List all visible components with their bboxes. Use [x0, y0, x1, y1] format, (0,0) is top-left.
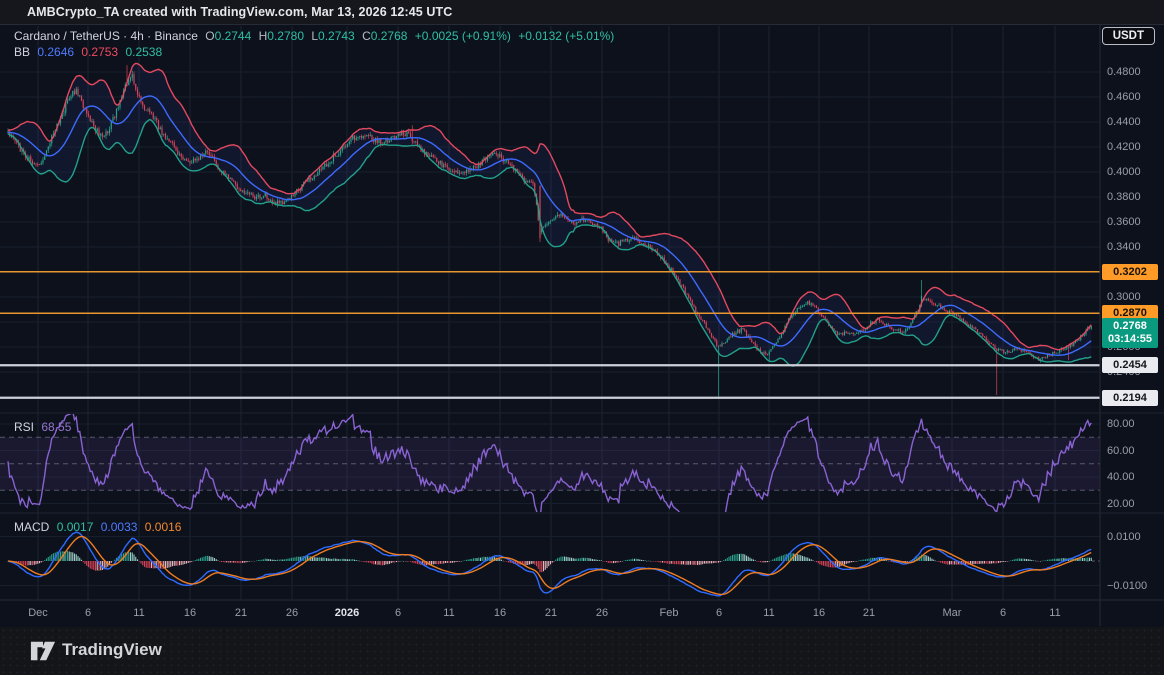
change-absolute: +0.0025 (+0.91%) — [415, 29, 511, 43]
macd-axis-label: 0.0100 — [1107, 531, 1141, 543]
macd-hist-value: 0.0017 — [57, 520, 94, 534]
time-axis-label: 16 — [494, 607, 506, 619]
change-period: +0.0132 (+5.01%) — [518, 29, 614, 43]
rsi-label[interactable]: RSI — [14, 420, 34, 434]
tradingview-brand-text[interactable]: TradingView — [62, 640, 162, 660]
bb-lower-value: 0.2538 — [125, 45, 162, 59]
rsi-axis-label: 80.00 — [1107, 418, 1135, 430]
tradingview-chart-app: AMBCrypto_TA created with TradingView.co… — [0, 0, 1164, 675]
time-axis-label: Feb — [660, 607, 679, 619]
rsi-value: 68.55 — [41, 420, 71, 434]
price-axis-label: 0.4400 — [1107, 116, 1141, 128]
time-axis[interactable]: Dec 6 11 16 21 26 2026 6 11 16 21 26 Feb 6 11 16 21 Mar 6 1… — [0, 600, 1100, 626]
support-badge-2: 0.2194 — [1102, 390, 1158, 406]
support-badge-1: 0.2454 — [1102, 357, 1158, 373]
time-axis-label: 2026 — [335, 607, 359, 619]
time-axis-label: 26 — [596, 607, 608, 619]
time-axis-label: 11 — [133, 607, 144, 619]
time-axis-label: 6 — [1000, 607, 1006, 619]
time-axis-label: 11 — [763, 607, 774, 619]
price-axis-label: 0.4000 — [1107, 166, 1141, 178]
ohlc-open-label: O — [205, 29, 214, 43]
symbol-name[interactable]: Cardano / TetherUS · 4h · Binance — [14, 29, 198, 43]
macd-signal-value: 0.0016 — [145, 520, 182, 534]
price-axis-label: 0.4800 — [1107, 66, 1141, 78]
footer-bar: TradingView — [0, 627, 1164, 675]
bb-upper-value: 0.2753 — [81, 45, 118, 59]
currency-unit-button[interactable]: USDT — [1102, 27, 1155, 45]
last-price-badge: 0.2768 03:14:55 — [1102, 318, 1158, 348]
time-axis-label: 11 — [1049, 607, 1060, 619]
rsi-axis-label: 20.00 — [1107, 498, 1135, 510]
time-axis-label: 16 — [184, 607, 196, 619]
header-bar: AMBCrypto_TA created with TradingView.co… — [0, 0, 1164, 25]
time-axis-label: 6 — [85, 607, 91, 619]
chart-canvas[interactable] — [0, 0, 1164, 675]
time-axis-label: 6 — [716, 607, 722, 619]
time-axis-label: 21 — [545, 607, 557, 619]
price-axis-label: 0.3600 — [1107, 216, 1141, 228]
price-axis-label: 0.4600 — [1107, 91, 1141, 103]
tradingview-logo-icon[interactable] — [30, 640, 56, 662]
macd-legend[interactable]: MACD 0.0017 0.0033 0.0016 — [14, 520, 185, 534]
price-axis-label: 0.3800 — [1107, 191, 1141, 203]
macd-axis-label: −0.0100 — [1107, 580, 1147, 592]
time-axis-label: Dec — [28, 607, 48, 619]
header-title: AMBCrypto_TA created with TradingView.co… — [27, 5, 452, 19]
price-axis[interactable]: 0.3202 0.2870 0.2768 03:14:55 0.2454 0.2… — [1100, 25, 1164, 600]
macd-label[interactable]: MACD — [14, 520, 49, 534]
ohlc-close-value: 0.2768 — [371, 29, 408, 43]
ohlc-open-value: 0.2744 — [215, 29, 252, 43]
ohlc-high-label: H — [259, 29, 268, 43]
ohlc-close-label: C — [362, 29, 371, 43]
price-level-badge-upper: 0.3202 — [1102, 264, 1158, 280]
time-axis-label: 21 — [863, 607, 875, 619]
time-axis-label: 6 — [395, 607, 401, 619]
bb-label[interactable]: BB — [14, 45, 30, 59]
symbol-legend[interactable]: Cardano / TetherUS · 4h · Binance O0.274… — [14, 29, 618, 43]
price-axis-label: 0.3400 — [1107, 241, 1141, 253]
last-price-value: 0.2768 — [1102, 320, 1158, 333]
price-axis-label: 0.4200 — [1107, 141, 1141, 153]
ohlc-low-value: 0.2743 — [318, 29, 355, 43]
candle-countdown: 03:14:55 — [1102, 333, 1158, 346]
time-axis-label: 21 — [235, 607, 247, 619]
bb-basis-value: 0.2646 — [37, 45, 74, 59]
time-axis-label: 16 — [813, 607, 825, 619]
rsi-axis-label: 40.00 — [1107, 471, 1135, 483]
ohlc-high-value: 0.2780 — [267, 29, 304, 43]
time-axis-label: Mar — [943, 607, 962, 619]
macd-line-value: 0.0033 — [101, 520, 138, 534]
bb-legend[interactable]: BB 0.2646 0.2753 0.2538 — [14, 45, 166, 59]
rsi-axis-label: 60.00 — [1107, 445, 1135, 457]
rsi-legend[interactable]: RSI 68.55 — [14, 420, 75, 434]
time-axis-label: 26 — [286, 607, 298, 619]
time-axis-label: 11 — [443, 607, 454, 619]
price-axis-label: 0.3000 — [1107, 291, 1141, 303]
